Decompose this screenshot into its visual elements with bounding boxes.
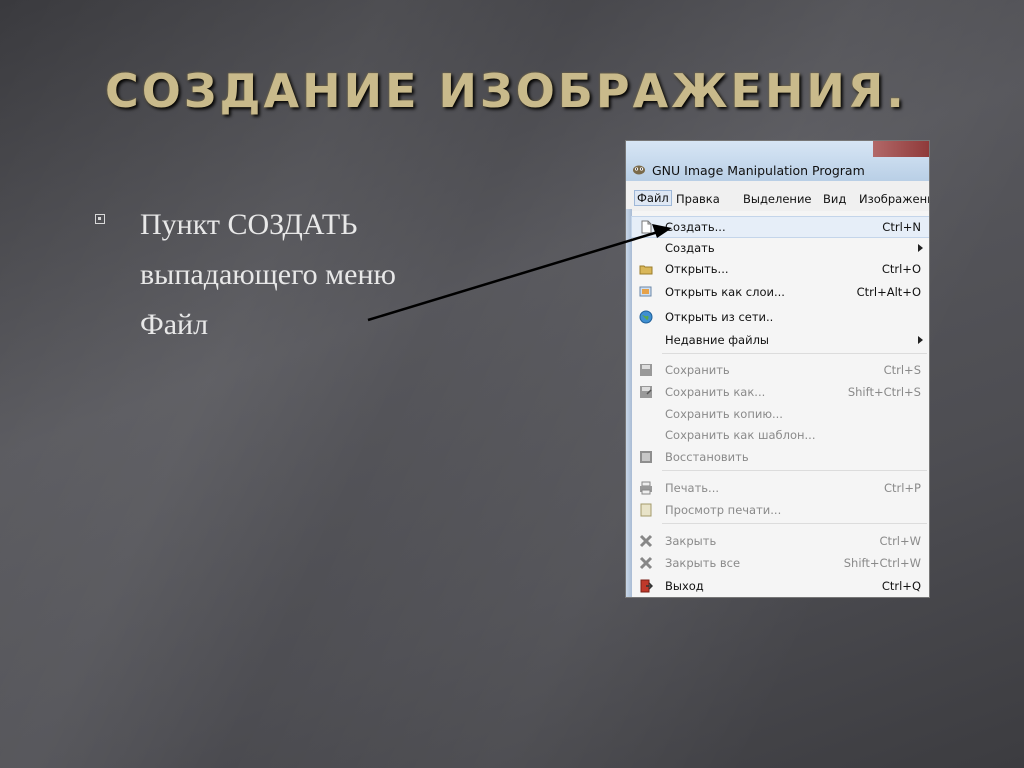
menu-item-shortcut: Shift+Ctrl+S [847, 385, 921, 399]
menu-item-label: Печать... [665, 481, 720, 495]
gimp-logo-icon [633, 165, 645, 175]
menu-file[interactable]: Файл [634, 190, 672, 206]
close-all-icon [639, 556, 653, 570]
bullet-square-icon [95, 214, 105, 224]
menu-item-recent-files[interactable]: Недавние файлы [632, 330, 929, 350]
window-titlebar: GNU Image Manipulation Program [626, 141, 929, 181]
menu-item-shortcut: Ctrl+Q [881, 579, 921, 593]
menu-item-shortcut: Shift+Ctrl+W [843, 556, 921, 570]
menu-item-save-copy[interactable]: Сохранить копию... [632, 404, 929, 424]
menu-item-label: Создать... [665, 220, 726, 234]
menu-separator [662, 353, 927, 354]
menu-item-shortcut: Ctrl+N [882, 220, 921, 234]
menu-item-label: Закрыть [665, 534, 717, 548]
menu-item-shortcut: Ctrl+S [883, 363, 921, 377]
menu-item-label: Закрыть все [665, 556, 741, 570]
menu-item-print-preview[interactable]: Просмотр печати... [632, 500, 929, 520]
menu-item-open[interactable]: Открыть... Ctrl+O [632, 259, 929, 279]
menu-view[interactable]: Вид [823, 192, 846, 206]
menu-item-save-as-template[interactable]: Сохранить как шаблон... [632, 425, 929, 445]
menu-item-label: Открыть из сети.. [665, 310, 774, 324]
globe-icon [639, 310, 653, 324]
menu-item-shortcut: Ctrl+W [879, 534, 921, 548]
menu-item-label: Сохранить как... [665, 385, 766, 399]
revert-icon [640, 451, 652, 463]
menu-select[interactable]: Выделение [743, 192, 812, 206]
gimp-window-screenshot: GNU Image Manipulation Program Файл Прав… [625, 140, 930, 598]
close-icon [639, 534, 653, 548]
menu-item-revert[interactable]: Восстановить [632, 447, 929, 467]
menu-item-save[interactable]: Сохранить Ctrl+S [632, 360, 929, 380]
titlebar-controls [873, 141, 929, 157]
file-dropdown-menu: Создать... Ctrl+N Создать Открыть... Ctr… [631, 211, 929, 597]
bullet-text: Пункт СОЗДАТЬ выпадающего меню Файл [140, 208, 396, 341]
window-title: GNU Image Manipulation Program [652, 163, 865, 178]
menu-item-close-all[interactable]: Закрыть все Shift+Ctrl+W [632, 553, 929, 573]
menu-separator [662, 523, 927, 524]
menu-item-label: Сохранить [665, 363, 730, 377]
menu-item-label: Сохранить копию... [665, 407, 783, 421]
menubar: Файл Правка Выделение Вид Изображени [626, 189, 929, 209]
open-layers-icon [639, 286, 652, 297]
submenu-arrow-icon [918, 244, 923, 252]
menu-image[interactable]: Изображени [859, 192, 929, 206]
menu-item-label: Выход [665, 579, 704, 593]
menu-item-shortcut: Ctrl+Alt+O [856, 285, 921, 299]
save-as-icon [640, 386, 652, 398]
slide-title: СОЗДАНИЕ ИЗОБРАЖЕНИЯ. [105, 64, 907, 118]
menu-separator [662, 470, 927, 471]
save-icon [640, 364, 652, 376]
open-folder-icon [639, 265, 653, 275]
menu-item-quit[interactable]: Выход Ctrl+Q [632, 576, 929, 596]
new-file-icon [641, 220, 652, 234]
menu-item-save-as[interactable]: Сохранить как... Shift+Ctrl+S [632, 382, 929, 402]
menu-item-label: Недавние файлы [665, 333, 770, 347]
menu-item-new[interactable]: Создать... Ctrl+N [631, 216, 929, 238]
menu-item-label: Просмотр печати... [665, 503, 782, 517]
menu-item-label: Восстановить [665, 450, 749, 464]
print-preview-icon [640, 503, 652, 517]
menu-item-shortcut: Ctrl+O [881, 262, 921, 276]
menu-item-close[interactable]: Закрыть Ctrl+W [632, 531, 929, 551]
quit-icon [640, 579, 653, 593]
submenu-arrow-icon [918, 336, 923, 344]
menu-edit[interactable]: Правка [676, 192, 720, 206]
menu-item-print[interactable]: Печать... Ctrl+P [632, 478, 929, 498]
menu-item-label: Создать [665, 241, 715, 255]
menu-item-label: Открыть... [665, 262, 729, 276]
menu-item-label: Сохранить как шаблон... [665, 428, 816, 442]
menu-item-open-as-layers[interactable]: Открыть как слои... Ctrl+Alt+O [632, 282, 929, 302]
menu-item-shortcut: Ctrl+P [883, 481, 921, 495]
menu-item-label: Открыть как слои... [665, 285, 785, 299]
menu-item-create-submenu[interactable]: Создать [632, 238, 929, 258]
menu-item-open-location[interactable]: Открыть из сети.. [632, 307, 929, 327]
print-icon [640, 481, 652, 495]
